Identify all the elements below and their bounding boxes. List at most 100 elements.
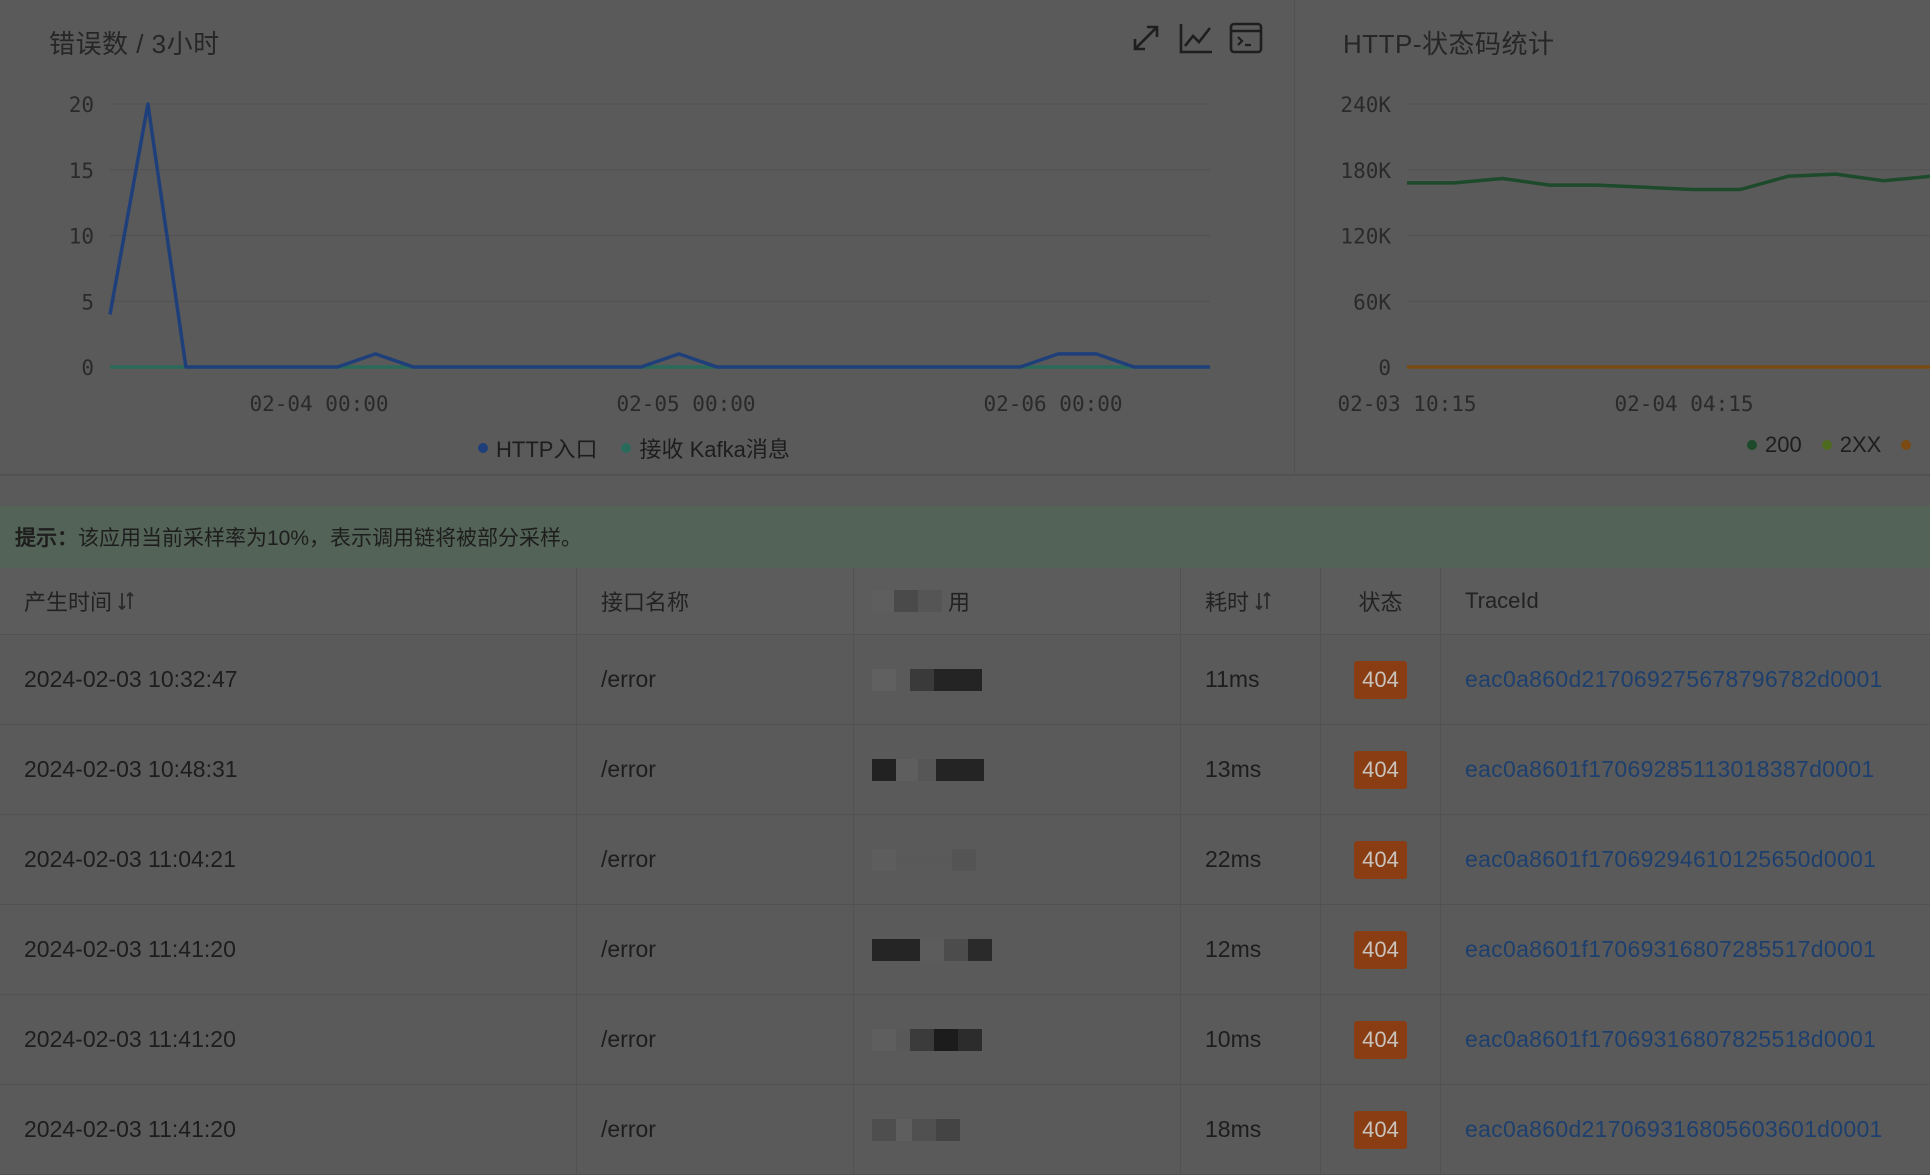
y-tick-label: 0 [81,356,94,380]
y-tick-label: 15 [69,159,94,183]
x-tick-label: 02-04 00:00 [249,392,388,416]
legend-dot [478,443,488,453]
legend-item-other[interactable] [1901,440,1912,450]
status-badge: 404 [1354,1020,1407,1059]
sort-icon[interactable] [1255,591,1271,611]
trace-id-link[interactable]: eac0a8601f17069285113018387d0001 [1465,756,1875,783]
legend-dot [621,443,632,453]
table-header: 产生时间 接口名称 用 耗时 状态 TraceId [0,568,1930,635]
cell-status: 404 [1320,1085,1440,1174]
column-header-label: 状态 [1358,590,1403,615]
trace-id-link[interactable]: eac0a8601f17069294610125650d0001 [1465,846,1876,873]
cell-trace: eac0a8601f17069285113018387d0001 [1440,725,1930,814]
table-row[interactable]: 2024-02-03 11:41:20 /error 10ms 404 eac0… [0,995,1930,1085]
table-row[interactable]: 2024-02-03 10:48:31 /error 13ms 404 eac0… [0,725,1930,815]
cell-time: 2024-02-03 10:48:31 [24,756,238,782]
y-tick-label: 240K [1340,93,1391,117]
cell-trace: eac0a860d217069275678796782d0001 [1440,635,1930,724]
notice-label: 提示： [15,527,78,550]
column-header-label: TraceId [1465,588,1539,613]
cell-trace: eac0a8601f17069294610125650d0001 [1440,815,1930,904]
cell-duration: 18ms [1180,1085,1320,1174]
series-line [1407,172,1930,192]
column-header-time[interactable]: 产生时间 [0,568,576,634]
cell-time: 2024-02-03 11:04:21 [24,846,236,872]
legend-label: 2XX [1839,432,1882,457]
y-tick-label: 0 [1378,356,1391,380]
column-header-label: 用 [948,590,971,615]
status-badge: 404 [1354,750,1407,789]
table-row[interactable]: 2024-02-03 11:04:21 /error 22ms 404 eac0… [0,815,1930,905]
column-header-duration[interactable]: 耗时 [1180,568,1320,634]
error-count-chart: 0 5 10 15 20 02-04 00:00 02-05 00:00 02-06 00:0… [69,93,1210,416]
y-tick-label: 120K [1340,225,1391,249]
cell-trace: eac0a8601f17069316807825518d0001 [1440,995,1930,1084]
legend-item-http[interactable]: HTTP入口 [478,432,597,464]
y-tick-label: 180K [1340,159,1391,183]
column-header-caller: 用 [853,568,1180,634]
sort-icon[interactable] [118,591,134,611]
cell-api: /error [576,995,853,1084]
cell-api: /error [576,815,853,904]
cell-trace: eac0a860d217069316805603601d0001 [1440,1085,1930,1174]
legend-item-2xx[interactable]: 2XX [1821,432,1882,458]
legend-label: 200 [1765,432,1802,457]
trace-id-link[interactable]: eac0a8601f17069316807825518d0001 [1465,1026,1876,1053]
x-tick-label: 02-04 04:15 [1614,392,1753,416]
cell-duration: 13ms [1180,725,1320,814]
cell-api: /error [576,635,853,724]
cell-status: 404 [1320,995,1440,1084]
status-badge: 404 [1354,660,1407,699]
cell-time: 2024-02-03 11:41:20 [24,1116,236,1142]
status-badge: 404 [1354,1110,1407,1149]
column-header-label: 接口名称 [601,590,690,615]
error-count-panel: 错误数 / 3小时 0 5 10 15 20 02-04 00:00 02-05 00:00… [0,0,1294,474]
legend-label: HTTP入口 [496,437,598,462]
cell-status: 404 [1320,815,1440,904]
cell-duration: 10ms [1180,995,1320,1084]
column-header-trace: TraceId [1440,568,1930,634]
divider [0,474,1930,476]
cell-caller-redacted [853,725,1180,814]
legend-item-kafka[interactable]: 接收 Kafka消息 [621,432,790,464]
cell-duration: 22ms [1180,815,1320,904]
cell-time: 2024-02-03 11:41:20 [24,1026,236,1052]
status-badge: 404 [1354,840,1407,879]
trace-table: 产生时间 接口名称 用 耗时 状态 TraceId 2024-02-03 10:… [0,568,1930,1175]
y-tick-label: 60K [1353,290,1391,314]
chart-legend: HTTP入口 接收 Kafka消息 [478,432,790,464]
cell-status: 404 [1320,635,1440,724]
table-row[interactable]: 2024-02-03 11:41:20 /error 12ms 404 eac0… [0,905,1930,995]
column-header-label: 耗时 [1205,590,1250,615]
cell-caller-redacted [853,815,1180,904]
trace-id-link[interactable]: eac0a8601f17069316807285517d0001 [1465,936,1876,963]
cell-api: /error [576,905,853,994]
legend-dot [1901,440,1912,450]
cell-caller-redacted [853,905,1180,994]
table-row[interactable]: 2024-02-03 10:32:47 /error 11ms 404 eac0… [0,635,1930,725]
legend-item-200[interactable]: 200 [1747,432,1802,458]
sampling-notice: 提示： 该应用当前采样率为10%，表示调用链将被部分采样。 [0,506,1930,568]
cell-duration: 12ms [1180,905,1320,994]
legend-dot [1821,440,1832,450]
http-status-panel: HTTP-状态码统计 0 60K 120K 180K 240K 02-03 10:15 02… [1294,0,1930,474]
cell-time: 2024-02-03 10:32:47 [24,666,238,692]
trace-id-link[interactable]: eac0a860d217069275678796782d0001 [1465,666,1883,693]
table-row[interactable]: 2024-02-03 11:41:20 /error 18ms 404 eac0… [0,1085,1930,1175]
legend-label: 接收 Kafka消息 [639,437,790,462]
cell-duration: 11ms [1180,635,1320,724]
charts-area: 错误数 / 3小时 0 5 10 15 20 02-04 00:00 02-05 00:00… [0,0,1930,474]
y-tick-label: 20 [69,93,94,117]
y-tick-label: 5 [81,290,94,314]
cell-caller-redacted [853,1085,1180,1174]
x-tick-label: 02-06 00:00 [983,392,1122,416]
notice-text: 该应用当前采样率为10%，表示调用链将被部分采样。 [78,527,583,550]
http-status-chart: 060K120K180K240K02-03 10:1502-04 04:1502… [1337,93,1930,416]
trace-id-link[interactable]: eac0a860d217069316805603601d0001 [1465,1116,1883,1143]
cell-api: /error [576,1085,853,1174]
status-badge: 404 [1354,930,1407,969]
column-header-status: 状态 [1320,568,1440,634]
redacted-block [872,590,942,612]
legend-dot [1747,440,1757,450]
column-header-label: 产生时间 [24,590,113,615]
